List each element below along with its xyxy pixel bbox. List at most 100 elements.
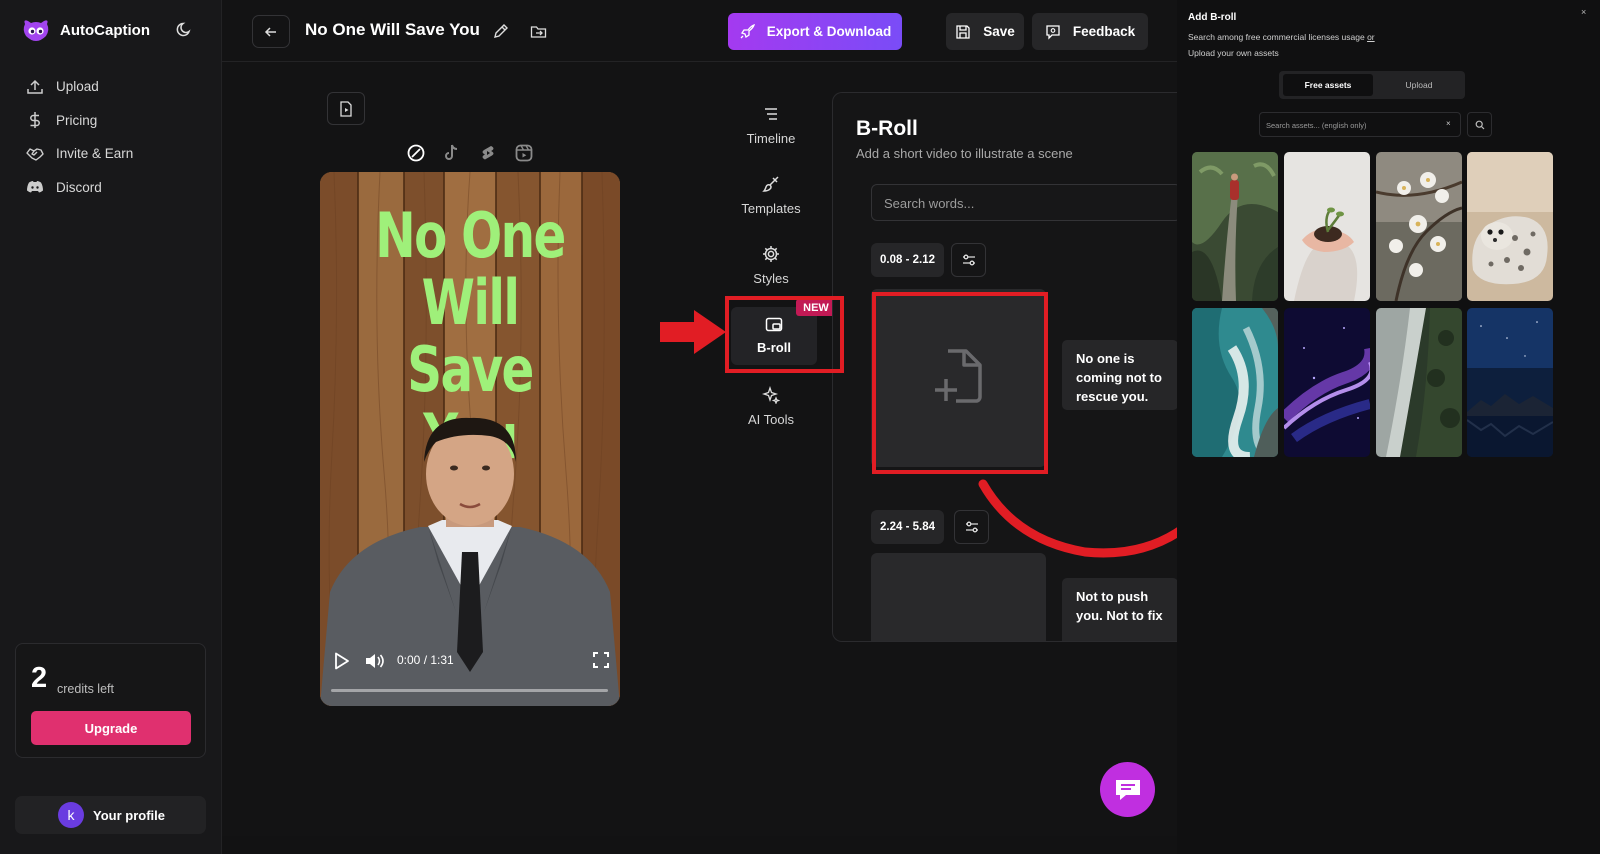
dollar-icon	[30, 112, 40, 129]
sidebar-item-discord[interactable]: Discord	[26, 171, 133, 205]
brush-icon	[762, 176, 779, 192]
export-label: Export & Download	[766, 24, 892, 39]
app-name: AutoCaption	[60, 21, 150, 39]
chat-icon	[1115, 779, 1140, 800]
asset-thumbnail-river-forest-aerial[interactable]	[1376, 308, 1462, 457]
gear-icon	[763, 246, 779, 262]
no-format-icon[interactable]	[405, 143, 427, 163]
tool-label: Templates	[741, 201, 801, 216]
segment-text: Not to push you. Not to fix	[1062, 578, 1177, 641]
search-assets-placeholder: Search assets... (english only)	[1266, 121, 1367, 130]
reels-icon[interactable]	[513, 143, 535, 163]
sidebar-item-label: Invite & Earn	[56, 146, 134, 162]
annotation-arrow-left	[660, 310, 726, 354]
feedback-button[interactable]: Feedback	[1032, 13, 1148, 50]
annotation-box-drop-zone	[872, 292, 1048, 474]
time-display: 0:00 / 1:31	[397, 653, 454, 667]
timeline-icon	[765, 108, 777, 120]
asset-tabs: Free assets Upload	[1279, 71, 1465, 99]
tool-templates[interactable]: Templates	[725, 175, 817, 216]
sliders-icon	[962, 254, 975, 266]
caption-line: No One	[375, 199, 566, 272]
rocket-icon	[740, 23, 755, 38]
feedback-label: Feedback	[1072, 24, 1136, 39]
tiktok-icon[interactable]	[441, 143, 463, 163]
caption-line: Will Save	[407, 266, 534, 406]
segment-settings-button[interactable]	[951, 243, 986, 277]
sidebar-nav: Upload Pricing Invite & Earn Discord	[26, 70, 133, 204]
sidebar-item-label: Upload	[56, 79, 99, 95]
floppy-icon	[956, 24, 970, 39]
discord-icon	[27, 181, 43, 193]
search-assets-input[interactable]: Search assets... (english only) ×	[1259, 112, 1461, 137]
asset-thumbnail-forest-woman[interactable]	[1192, 152, 1278, 301]
play-icon[interactable]	[334, 652, 350, 670]
credits-card: 2 credits left Upgrade	[15, 643, 206, 758]
tool-label: Styles	[753, 271, 789, 286]
asset-thumbnail-hands-plant[interactable]	[1284, 152, 1370, 301]
asset-thumbnail-night-mountains[interactable]	[1467, 308, 1553, 457]
platform-selector	[405, 143, 535, 163]
fullscreen-icon[interactable]	[593, 652, 609, 668]
segment-range-chip: 2.24 - 5.84	[871, 510, 944, 544]
tab-free-assets[interactable]: Free assets	[1283, 74, 1373, 96]
overlay-description: Search among free commercial licenses us…	[1188, 32, 1375, 42]
horizontal-scrollbar[interactable]	[222, 836, 1177, 854]
save-button[interactable]: Save	[946, 13, 1024, 50]
upload-own-text: Upload your own assets	[1188, 48, 1279, 58]
folder-move-icon[interactable]	[530, 23, 547, 40]
video-progress-bar[interactable]	[331, 689, 608, 692]
tab-upload[interactable]: Upload	[1377, 74, 1461, 96]
file-video-icon	[340, 100, 352, 117]
sidebar: AutoCaption Upload Pricing Invite & Earn…	[0, 0, 222, 854]
logo-icon	[23, 20, 49, 41]
description-text: Search among free commercial licenses us…	[1188, 32, 1368, 42]
asset-thumbnail-seal-on-sand[interactable]	[1467, 152, 1553, 301]
sidebar-item-label: Discord	[56, 179, 102, 195]
message-icon	[1046, 24, 1060, 40]
panel-title: B-Roll	[856, 117, 918, 140]
asset-thumbnail-ocean-waves-aerial[interactable]	[1192, 308, 1278, 457]
search-icon	[1475, 120, 1484, 129]
arrow-left-icon	[264, 26, 276, 37]
back-button[interactable]	[252, 15, 290, 48]
sidebar-item-upload[interactable]: Upload	[26, 70, 133, 104]
segment-range-chip: 0.08 - 2.12	[871, 243, 944, 277]
upgrade-button[interactable]: Upgrade	[31, 711, 191, 745]
profile-button[interactable]: k Your profile	[15, 796, 206, 834]
save-label: Save	[983, 24, 1015, 39]
video-controls: 0:00 / 1:31	[320, 642, 620, 706]
description-link[interactable]: or	[1367, 32, 1375, 42]
search-words-input[interactable]: Search words...	[871, 184, 1177, 221]
sidebar-item-pricing[interactable]: Pricing	[26, 104, 133, 138]
search-assets-button[interactable]	[1467, 112, 1492, 137]
upload-icon	[27, 79, 43, 94]
preview-file-button[interactable]	[327, 92, 365, 125]
close-icon[interactable]: ×	[1581, 7, 1586, 17]
asset-thumbnail-white-blossoms[interactable]	[1376, 152, 1462, 301]
tool-ai-tools[interactable]: AI Tools	[725, 386, 817, 427]
add-broll-overlay: Add B-roll × Search among free commercia…	[1177, 0, 1600, 854]
avatar: k	[58, 802, 84, 828]
chat-button[interactable]	[1100, 762, 1155, 817]
asset-thumbnail-purple-particles[interactable]	[1284, 308, 1370, 457]
shorts-icon[interactable]	[477, 143, 499, 163]
clear-search-icon[interactable]: ×	[1446, 119, 1451, 128]
brand[interactable]: AutoCaption	[22, 18, 150, 42]
project-title: No One Will Save You	[305, 20, 480, 39]
pencil-icon[interactable]	[492, 23, 509, 40]
video-preview[interactable]: No One Will Save You 0:00 / 1:31	[320, 172, 620, 706]
tool-timeline[interactable]: Timeline	[725, 105, 817, 146]
panel-subtitle: Add a short video to illustrate a scene	[856, 146, 1073, 161]
credits-label: credits left	[57, 682, 114, 696]
sidebar-item-invite[interactable]: Invite & Earn	[26, 137, 133, 171]
sparkles-icon	[762, 386, 780, 404]
volume-icon[interactable]	[364, 652, 384, 670]
search-placeholder: Search words...	[884, 196, 975, 211]
tool-styles[interactable]: Styles	[725, 245, 817, 286]
profile-label: Your profile	[93, 807, 165, 823]
sidebar-item-label: Pricing	[56, 112, 98, 128]
credits-count: 2	[31, 662, 48, 694]
moon-icon[interactable]	[176, 20, 194, 38]
export-download-button[interactable]: Export & Download	[728, 13, 902, 50]
